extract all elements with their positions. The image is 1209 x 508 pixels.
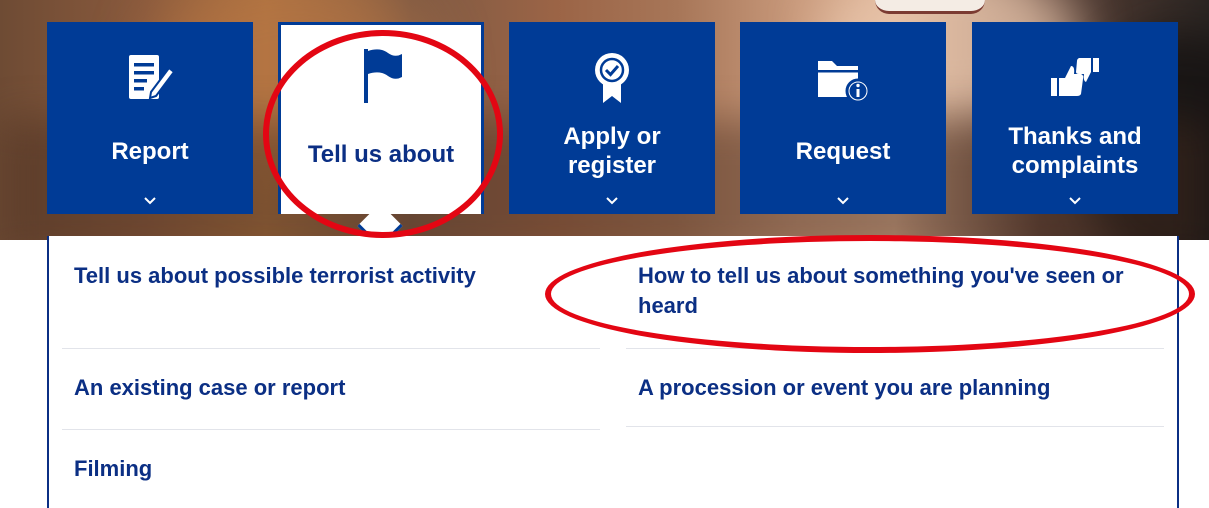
tile-label: Thanks and complaints: [1008, 123, 1142, 179]
chevron-down-icon: [47, 196, 253, 210]
chevron-down-icon: [740, 196, 946, 210]
report-form-icon: [47, 52, 253, 104]
divider: [626, 348, 1164, 349]
tile-label: Tell us about: [307, 140, 455, 168]
link-existing-case[interactable]: An existing case or report: [74, 373, 574, 403]
award-rosette-icon: [509, 52, 715, 104]
folder-info-icon: [740, 52, 946, 104]
thumbs-up-down-icon: [972, 52, 1178, 104]
link-terrorist-activity[interactable]: Tell us about possible terrorist activit…: [74, 261, 574, 291]
chevron-down-icon: [509, 196, 715, 210]
link-procession-or-event[interactable]: A procession or event you are planning: [638, 373, 1138, 403]
tile-thanks-and-complaints[interactable]: Thanks and complaints: [972, 22, 1178, 214]
tile-request[interactable]: Request: [740, 22, 946, 214]
link-filming[interactable]: Filming: [74, 454, 374, 484]
tile-label: Request: [795, 137, 891, 165]
divider: [62, 348, 600, 349]
tile-report[interactable]: Report: [47, 22, 253, 214]
link-something-seen-or-heard[interactable]: How to tell us about something you've se…: [638, 261, 1138, 321]
divider: [626, 426, 1164, 427]
tile-apply-or-register[interactable]: Apply or register: [509, 22, 715, 214]
tile-label: Report: [111, 137, 189, 165]
chevron-down-icon: [972, 196, 1178, 210]
divider: [62, 429, 600, 430]
tile-tell-us-about[interactable]: Tell us about: [278, 22, 484, 214]
flag-icon: [281, 45, 481, 107]
tile-label: Apply or register: [563, 123, 661, 179]
